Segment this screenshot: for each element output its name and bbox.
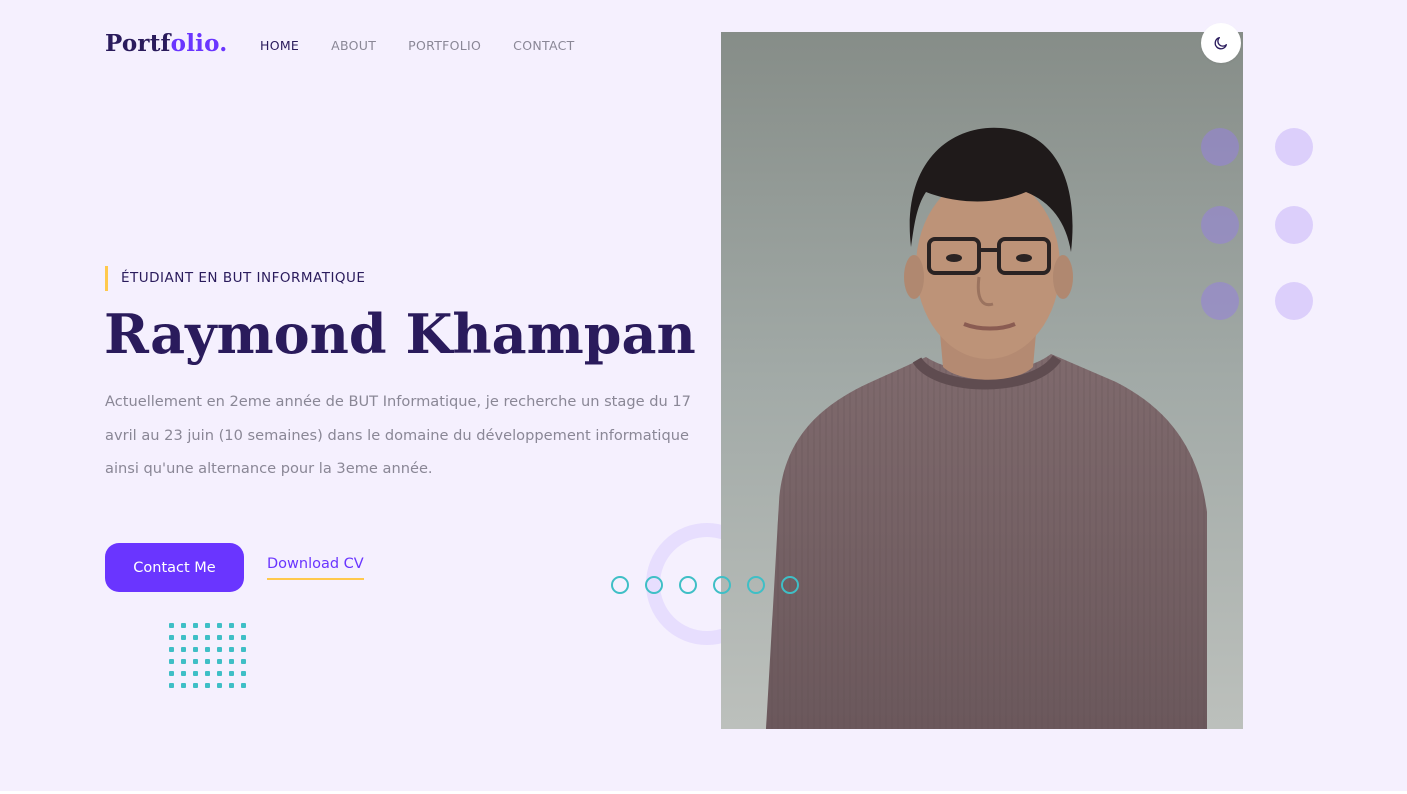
nav-about[interactable]: ABOUT — [331, 38, 376, 53]
grid-dot — [217, 659, 222, 664]
grid-dot — [241, 683, 246, 688]
download-cv-link[interactable]: Download CV — [267, 556, 364, 580]
decorative-circle — [645, 576, 663, 594]
moon-icon — [1214, 37, 1227, 50]
grid-dot — [241, 647, 246, 652]
side-dot — [1275, 128, 1313, 166]
grid-dot — [205, 635, 210, 640]
grid-dot — [229, 623, 234, 628]
grid-dot — [193, 671, 198, 676]
grid-dot — [217, 671, 222, 676]
side-dot — [1201, 206, 1239, 244]
grid-dot — [229, 635, 234, 640]
grid-dot — [205, 623, 210, 628]
grid-dot — [181, 623, 186, 628]
grid-dot — [241, 671, 246, 676]
decorative-dot-grid — [169, 623, 246, 688]
contact-me-button[interactable]: Contact Me — [105, 543, 244, 592]
grid-dot — [169, 635, 174, 640]
decorative-circle — [781, 576, 799, 594]
profile-photo — [721, 32, 1243, 729]
grid-dot — [193, 683, 198, 688]
decorative-circle-row — [611, 576, 799, 594]
nav-home[interactable]: HOME — [253, 38, 299, 54]
grid-dot — [205, 659, 210, 664]
profile-photo-illustration — [721, 32, 1243, 729]
grid-dot — [181, 659, 186, 664]
decorative-circle — [747, 576, 765, 594]
grid-dot — [205, 671, 210, 676]
side-dot — [1201, 282, 1239, 320]
decorative-circle — [611, 576, 629, 594]
grid-dot — [229, 671, 234, 676]
grid-dot — [169, 671, 174, 676]
grid-dot — [217, 647, 222, 652]
side-dot — [1201, 128, 1239, 166]
main-nav: HOME ABOUT PORTFOLIO CONTACT — [253, 38, 575, 54]
theme-toggle-button[interactable] — [1201, 23, 1241, 63]
grid-dot — [241, 635, 246, 640]
grid-dot — [193, 635, 198, 640]
grid-dot — [205, 683, 210, 688]
grid-dot — [169, 647, 174, 652]
grid-dot — [241, 659, 246, 664]
grid-dot — [181, 671, 186, 676]
grid-dot — [193, 647, 198, 652]
decorative-circle — [713, 576, 731, 594]
grid-dot — [229, 683, 234, 688]
nav-contact[interactable]: CONTACT — [513, 38, 574, 53]
logo[interactable]: Portfolio. — [105, 30, 227, 57]
portfolio-page: Portfolio. HOME ABOUT PORTFOLIO CONTACT … — [0, 0, 1407, 794]
logo-main-text: Portf — [105, 30, 171, 57]
grid-dot — [241, 623, 246, 628]
grid-dot — [169, 683, 174, 688]
hero-eyebrow: ÉTUDIANT EN BUT INFORMATIQUE — [105, 266, 365, 291]
side-dot — [1275, 206, 1313, 244]
hero-description: Actuellement en 2eme année de BUT Inform… — [105, 393, 691, 477]
grid-dot — [205, 647, 210, 652]
grid-dot — [181, 635, 186, 640]
grid-dot — [217, 635, 222, 640]
grid-dot — [181, 683, 186, 688]
grid-dot — [169, 659, 174, 664]
logo-accent-text: olio. — [170, 30, 228, 57]
side-dot — [1275, 282, 1313, 320]
grid-dot — [181, 647, 186, 652]
grid-dot — [217, 683, 222, 688]
grid-dot — [193, 659, 198, 664]
hero-name: Raymond Khampan — [104, 302, 696, 366]
nav-portfolio[interactable]: PORTFOLIO — [408, 38, 481, 53]
grid-dot — [229, 659, 234, 664]
grid-dot — [169, 623, 174, 628]
grid-dot — [217, 623, 222, 628]
grid-dot — [193, 623, 198, 628]
decorative-circle — [679, 576, 697, 594]
grid-dot — [229, 647, 234, 652]
